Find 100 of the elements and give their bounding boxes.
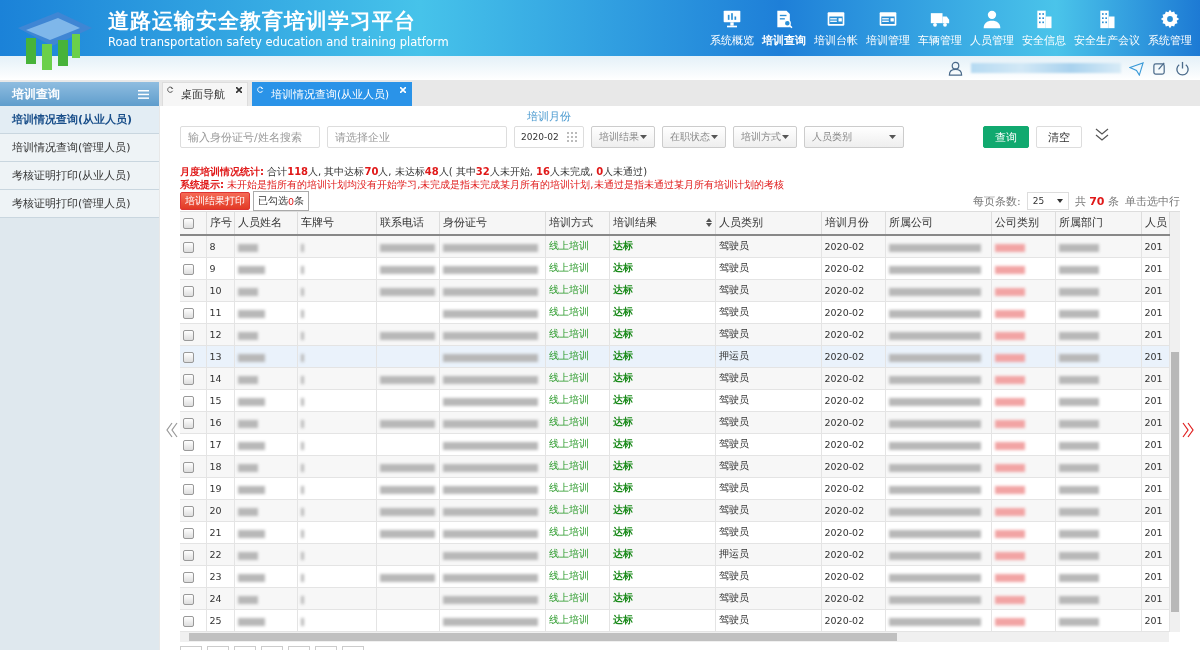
sort-icon[interactable] [705,218,712,227]
checkbox[interactable] [183,241,194,253]
table-row[interactable]: 8 线上培训 达标 驾驶员 2020-02 201 [180,235,1169,258]
column-header[interactable]: 人员 [1141,212,1169,235]
checkbox[interactable] [183,593,194,605]
table-cell: 15 [206,389,234,412]
table-row[interactable]: 20 线上培训 达标 驾驶员 2020-02 201 [180,499,1169,522]
column-header[interactable]: 车牌号 [297,212,376,235]
redacted-text [1058,463,1099,472]
menu-icon[interactable] [138,89,149,99]
redacted-text [1058,551,1099,560]
table-row[interactable]: 9 线上培训 达标 驾驶员 2020-02 201 [180,257,1169,280]
checkbox[interactable] [183,483,194,495]
monitor-icon [722,8,742,29]
dropdown[interactable]: 培训方式 [733,126,797,148]
print-button[interactable]: 培训结果打印 [180,192,250,210]
table-row[interactable]: 22 线上培训 达标 押运员 2020-02 201 [180,543,1169,566]
sidebar-item[interactable]: 考核证明打印(管理人员) [0,190,159,218]
redacted-text [237,573,265,582]
scrollbar[interactable] [180,632,1169,642]
nav-item[interactable]: 培训台帐 [810,0,862,56]
edit-icon[interactable] [1152,60,1167,76]
checkbox[interactable] [183,351,194,363]
table-row[interactable]: 12 线上培训 达标 驾驶员 2020-02 201 [180,323,1169,346]
table-row[interactable]: 19 线上培训 达标 驾驶员 2020-02 201 [180,477,1169,500]
column-header[interactable]: 培训月份 [821,212,885,235]
search-field[interactable]: 输入身份证号/姓名搜索 [180,126,320,148]
scrollbar[interactable] [1170,212,1180,632]
redacted-text [237,309,265,318]
close-icon[interactable] [236,87,242,93]
chevron-right-icon[interactable] [1182,422,1194,438]
table-row[interactable]: 14 线上培训 达标 驾驶员 2020-02 201 [180,367,1169,390]
column-header[interactable]: 公司类别 [991,212,1055,235]
table-row[interactable]: 15 线上培训 达标 驾驶员 2020-02 201 [180,389,1169,412]
checkbox[interactable] [183,395,194,407]
table-row[interactable]: 11 线上培训 达标 驾驶员 2020-02 201 [180,301,1169,324]
power-icon[interactable] [1175,60,1190,76]
column-header[interactable]: 培训结果 [609,212,715,235]
dropdown[interactable]: 在职状态 [662,126,726,148]
month-field[interactable]: 2020-02 [514,126,584,148]
checkbox[interactable] [183,461,194,473]
table-cell: 驾驶员 [715,433,821,456]
table-row[interactable]: 21 线上培训 达标 驾驶员 2020-02 201 [180,521,1169,544]
column-header[interactable]: 联系电话 [376,212,439,235]
clear-button[interactable]: 清空 [1036,126,1082,148]
nav-item[interactable]: 系统概览 [706,0,758,56]
sidebar-item[interactable]: 培训情况查询(管理人员) [0,134,159,162]
table-cell: 达标 [609,609,715,632]
dropdown[interactable]: 人员类别 [804,126,904,148]
redacted-text [237,507,258,516]
redacted-text [1058,287,1099,296]
checkbox[interactable] [183,439,194,451]
redacted-text [994,485,1025,494]
checkbox[interactable] [183,329,194,341]
refresh-icon[interactable] [167,86,174,93]
table-row[interactable]: 25 线上培训 达标 驾驶员 2020-02 201 [180,609,1169,632]
redacted-text [237,551,258,560]
checkbox[interactable] [183,373,194,385]
table-row[interactable]: 18 线上培训 达标 驾驶员 2020-02 201 [180,455,1169,478]
table-cell: 19 [206,477,234,500]
per-page-select[interactable]: 25 [1026,192,1069,210]
table-row[interactable]: 23 线上培训 达标 驾驶员 2020-02 201 [180,565,1169,588]
redacted-text [300,309,304,318]
dropdown[interactable]: 培训结果 [591,126,655,148]
nav-item[interactable]: 系统管理 [1144,0,1196,56]
table-row[interactable]: 17 线上培训 达标 驾驶员 2020-02 201 [180,433,1169,456]
tab[interactable]: 桌面导航 [162,82,248,106]
table-row[interactable]: 13 线上培训 达标 押运员 2020-02 201 [180,345,1169,368]
checkbox[interactable] [183,549,194,561]
column-header[interactable]: 培训方式 [545,212,609,235]
table-cell: 线上培训 [545,565,609,588]
column-header[interactable]: 人员类别 [715,212,821,235]
column-header[interactable]: 身份证号 [439,212,545,235]
expand-icon[interactable] [1095,128,1109,142]
table-row[interactable]: 10 线上培训 达标 驾驶员 2020-02 201 [180,279,1169,302]
send-icon[interactable] [1129,60,1144,76]
caret-icon [1056,199,1063,203]
sidebar-item[interactable]: 培训情况查询(从业人员) [0,106,159,134]
checkbox[interactable] [183,417,194,429]
checkbox[interactable] [183,263,194,275]
table-row[interactable]: 16 线上培训 达标 驾驶员 2020-02 201 [180,411,1169,434]
column-header[interactable]: 人员姓名 [234,212,297,235]
column-header[interactable]: 所属部门 [1055,212,1141,235]
column-header[interactable]: 所属公司 [885,212,991,235]
nav-item[interactable]: 培训查询 [758,0,810,56]
checkbox[interactable] [183,527,194,539]
checkbox[interactable] [183,307,194,319]
table-cell: 25 [206,609,234,632]
sidebar-item[interactable]: 考核证明打印(从业人员) [0,162,159,190]
column-header[interactable]: 序号 [206,212,234,235]
table-row[interactable]: 24 线上培训 达标 驾驶员 2020-02 201 [180,587,1169,610]
checkbox[interactable] [183,571,194,583]
table-cell: 达标 [609,301,715,324]
checkbox[interactable] [183,218,194,230]
chevron-left-icon[interactable] [166,422,178,438]
checkbox[interactable] [183,285,194,297]
caret-icon [782,135,789,139]
company-field[interactable]: 请选择企业 [327,126,507,148]
checkbox[interactable] [183,505,194,517]
checkbox[interactable] [183,615,194,627]
